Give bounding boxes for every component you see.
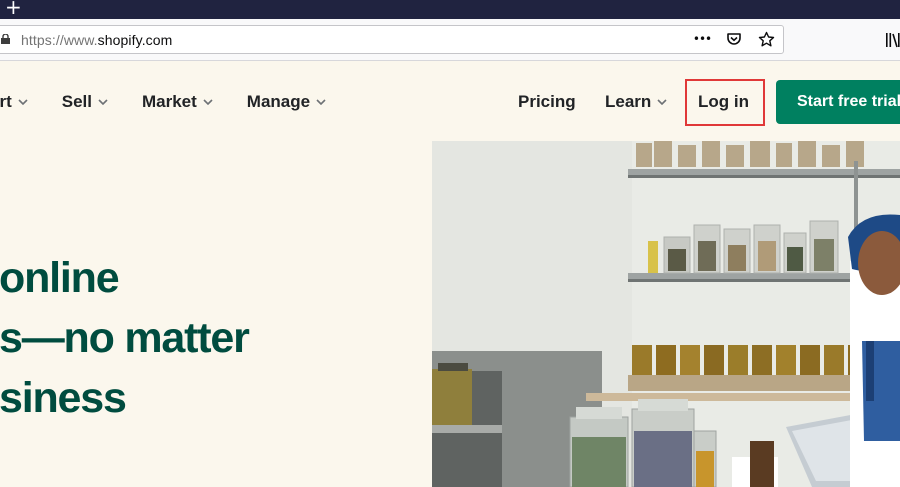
nav-market-label: Market xyxy=(141,92,197,111)
page-actions-menu-icon[interactable]: ••• xyxy=(693,30,712,48)
chevron-down-icon xyxy=(98,99,108,105)
nav-start[interactable]: art xyxy=(0,92,28,112)
chevron-down-icon xyxy=(18,99,28,105)
hero-heading: online s—no matter siness xyxy=(0,248,429,428)
nav-manage[interactable]: Manage xyxy=(247,92,326,112)
hero-line-3: siness xyxy=(0,374,127,422)
hero-image xyxy=(432,141,900,487)
nav-learn[interactable]: Learn xyxy=(605,92,667,112)
chevron-down-icon xyxy=(657,99,667,105)
browser-tab-bar: + xyxy=(0,0,900,19)
pocket-icon[interactable] xyxy=(725,30,743,48)
url-domain: shopify.com xyxy=(97,32,173,48)
nav-sell[interactable]: Sell xyxy=(62,92,108,112)
nav-market[interactable]: Market xyxy=(142,92,213,112)
chevron-down-icon xyxy=(203,99,213,105)
bookmark-star-icon[interactable] xyxy=(757,30,775,48)
url-prefix: https://www. xyxy=(21,32,98,48)
new-tab-button[interactable]: + xyxy=(5,0,22,17)
chevron-down-icon xyxy=(316,99,326,105)
hero-line-1: online xyxy=(0,254,120,302)
library-icon[interactable] xyxy=(886,32,900,48)
url-text[interactable]: https://www.shopify.com xyxy=(21,32,172,48)
nav-start-label: art xyxy=(0,92,12,111)
browser-toolbar: https://www.shopify.com ••• xyxy=(0,19,900,61)
nav-sell-label: Sell xyxy=(61,92,92,111)
hero-line-2: s—no matter xyxy=(0,314,250,362)
nav-manage-label: Manage xyxy=(246,92,311,111)
start-free-trial-button[interactable]: Start free trial xyxy=(776,80,900,124)
url-bar[interactable]: https://www.shopify.com ••• xyxy=(0,25,784,54)
nav-learn-label: Learn xyxy=(605,92,652,111)
lock-icon xyxy=(1,34,10,44)
login-link[interactable]: Log in xyxy=(698,92,749,112)
primary-nav: art Sell Market Manage xyxy=(0,92,360,112)
nav-pricing[interactable]: Pricing xyxy=(518,92,576,112)
